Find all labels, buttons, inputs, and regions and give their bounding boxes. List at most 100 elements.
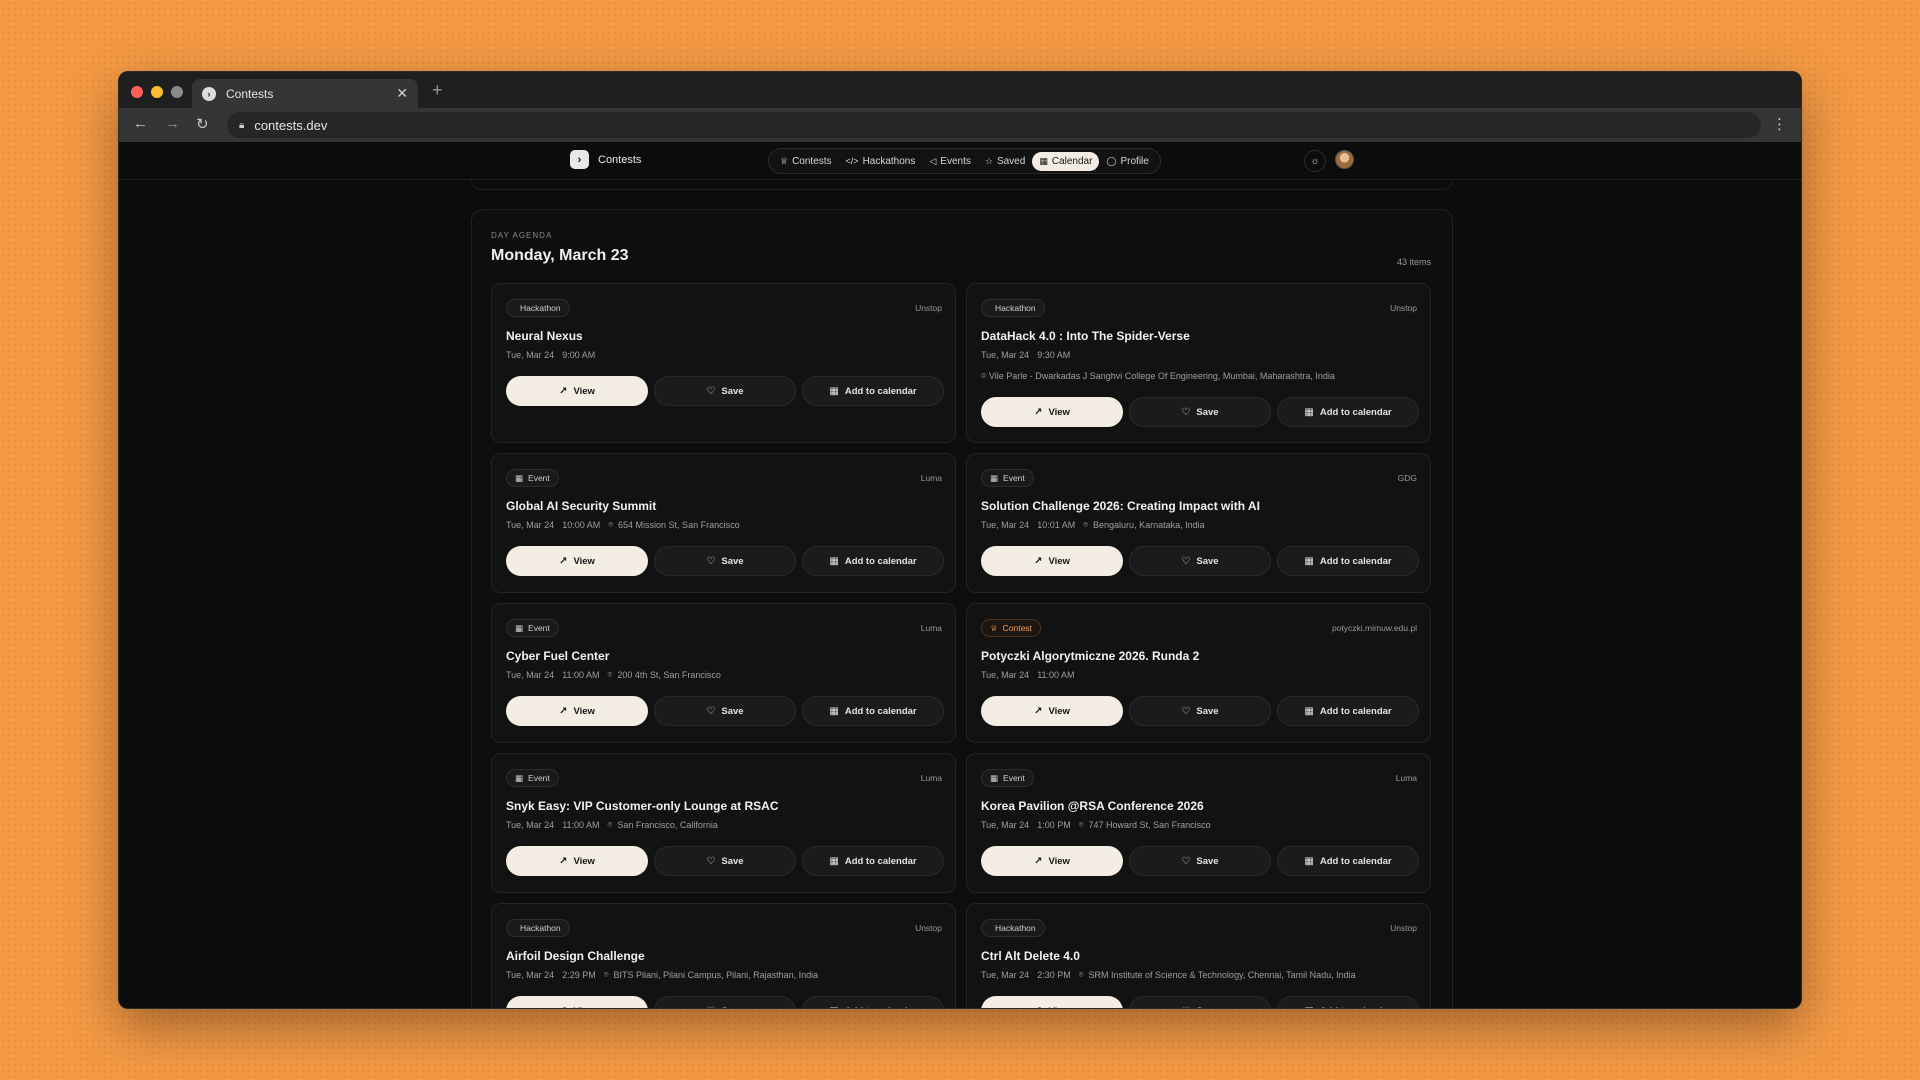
type-label: Event bbox=[528, 773, 550, 783]
type-badge: Hackathon bbox=[981, 299, 1045, 317]
close-tab-icon[interactable]: ✕ bbox=[396, 85, 408, 102]
card-meta: Tue, Mar 24 2:29 PM ⌾ BITS Pilani, Pilani C… bbox=[506, 970, 818, 980]
view-button[interactable]: ↗ View bbox=[506, 846, 648, 876]
external-link-icon: ↗ bbox=[1034, 406, 1043, 418]
minimize-window-button[interactable] bbox=[151, 86, 163, 98]
calendar-icon: ▦ bbox=[829, 855, 839, 867]
nav-saved[interactable]: ☆ Saved bbox=[978, 152, 1032, 171]
back-arrow-icon[interactable]: ← bbox=[133, 115, 148, 132]
source-label: Unstop bbox=[1390, 923, 1417, 933]
calendar-label: Add to calendar bbox=[1319, 855, 1392, 867]
lock-icon: 🔒︎ bbox=[239, 119, 245, 131]
add-to-calendar-button[interactable]: ▦ Add to calendar bbox=[802, 376, 944, 406]
save-button[interactable]: ♡ Save bbox=[654, 546, 796, 576]
add-to-calendar-button[interactable]: ▦ Add to calendar bbox=[1277, 996, 1419, 1008]
reload-icon[interactable]: ↻ bbox=[196, 115, 209, 133]
nav-profile[interactable]: ◯ Profile bbox=[1099, 152, 1155, 171]
add-to-calendar-button[interactable]: ▦ Add to calendar bbox=[802, 546, 944, 576]
nav-events[interactable]: ◁ Events bbox=[922, 152, 978, 171]
type-badge: Hackathon bbox=[506, 299, 570, 317]
view-button[interactable]: ↗ View bbox=[506, 546, 648, 576]
browser-menu-icon[interactable]: ⋮ bbox=[1772, 115, 1787, 133]
card-meta: Tue, Mar 24 9:00 AM bbox=[506, 350, 595, 360]
add-to-calendar-button[interactable]: ▦ Add to calendar bbox=[1277, 546, 1419, 576]
card-meta: Tue, Mar 24 1:00 PM ⌾ 747 Howard St, San Fr… bbox=[981, 820, 1211, 830]
type-label: Contest bbox=[1002, 623, 1032, 633]
add-to-calendar-button[interactable]: ▦ Add to calendar bbox=[1277, 846, 1419, 876]
external-link-icon: ↗ bbox=[1034, 705, 1043, 717]
card-time: 11:00 AM bbox=[562, 670, 600, 680]
site-header: › Contests ♕ Contests </> Hackathons ◁ Events… bbox=[119, 142, 1801, 180]
avatar[interactable] bbox=[1335, 150, 1354, 169]
agenda-card: ▦ Event GDG Solution Challenge 2026: Creati… bbox=[966, 453, 1431, 593]
save-button[interactable]: ♡ Save bbox=[654, 846, 796, 876]
view-button[interactable]: ↗ View bbox=[981, 397, 1123, 427]
add-to-calendar-button[interactable]: ▦ Add to calendar bbox=[802, 846, 944, 876]
save-label: Save bbox=[721, 555, 744, 567]
previous-panel-edge bbox=[471, 180, 1453, 190]
add-to-calendar-button[interactable]: ▦ Add to calendar bbox=[1277, 696, 1419, 726]
location-pin-icon: ⌾ bbox=[1078, 970, 1084, 979]
nav-hackathons[interactable]: </> Hackathons bbox=[839, 152, 923, 171]
external-link-icon: ↗ bbox=[1034, 555, 1043, 567]
card-location: San Francisco, California bbox=[617, 820, 718, 830]
address-bar[interactable]: 🔒︎ contests.dev bbox=[227, 112, 1761, 138]
calendar-icon: ▦ bbox=[1039, 155, 1048, 166]
source-label: Luma bbox=[920, 623, 942, 633]
maximize-window-button[interactable] bbox=[171, 86, 183, 98]
save-button[interactable]: ♡ Save bbox=[654, 376, 796, 406]
theme-toggle-icon[interactable]: ☼ bbox=[1304, 150, 1326, 172]
brand-link[interactable]: › Contests bbox=[570, 150, 641, 169]
card-actions: ↗ View ♡ Save ▦ Add to calendar bbox=[506, 996, 944, 1008]
save-button[interactable]: ♡ Save bbox=[1129, 397, 1271, 427]
card-date: Tue, Mar 24 bbox=[981, 670, 1030, 680]
card-title: DataHack 4.0 : Into The Spider-Verse bbox=[981, 329, 1190, 343]
view-button[interactable]: ↗ View bbox=[506, 696, 648, 726]
card-actions: ↗ View ♡ Save ▦ Add to calendar bbox=[981, 546, 1419, 576]
save-button[interactable]: ♡ Save bbox=[1129, 696, 1271, 726]
agenda-kicker: DAY AGENDA bbox=[491, 231, 553, 240]
view-button[interactable]: ↗ View bbox=[981, 546, 1123, 576]
calendar-icon: ▦ bbox=[515, 622, 524, 633]
card-title: Snyk Easy: VIP Customer-only Lounge at R… bbox=[506, 799, 779, 813]
save-button[interactable]: ♡ Save bbox=[1129, 846, 1271, 876]
heart-icon: ♡ bbox=[706, 1006, 715, 1009]
save-label: Save bbox=[1196, 555, 1219, 567]
card-time: 10:00 AM bbox=[562, 520, 601, 530]
save-button[interactable]: ♡ Save bbox=[1129, 546, 1271, 576]
calendar-icon: ▦ bbox=[829, 705, 839, 717]
close-window-button[interactable] bbox=[131, 86, 143, 98]
view-label: View bbox=[1048, 406, 1070, 418]
calendar-icon: ▦ bbox=[829, 555, 839, 567]
save-label: Save bbox=[721, 705, 744, 717]
agenda-card: ▦ Event Luma Cyber Fuel Center Tue, Mar 24 11… bbox=[491, 603, 956, 743]
nav-contests[interactable]: ♕ Contests bbox=[773, 152, 839, 171]
card-time: 9:30 AM bbox=[1037, 350, 1071, 360]
nav-calendar[interactable]: ▦ Calendar bbox=[1032, 151, 1100, 171]
view-button[interactable]: ↗ View bbox=[981, 996, 1123, 1008]
view-button[interactable]: ↗ View bbox=[506, 996, 648, 1008]
card-title: Solution Challenge 2026: Creating Impact… bbox=[981, 499, 1260, 513]
calendar-label: Add to calendar bbox=[1319, 705, 1392, 717]
save-button[interactable]: ♡ Save bbox=[654, 696, 796, 726]
browser-tab[interactable]: › Contests ✕ bbox=[192, 79, 418, 108]
type-label: Hackathon bbox=[520, 923, 561, 933]
add-to-calendar-button[interactable]: ▦ Add to calendar bbox=[1277, 397, 1419, 427]
calendar-icon: ▦ bbox=[1304, 705, 1314, 717]
save-button[interactable]: ♡ Save bbox=[1129, 996, 1271, 1008]
location-pin-icon: ⌾ bbox=[607, 820, 613, 829]
view-label: View bbox=[573, 385, 595, 397]
add-to-calendar-button[interactable]: ▦ Add to calendar bbox=[802, 996, 944, 1008]
type-badge: Hackathon bbox=[981, 919, 1045, 937]
view-button[interactable]: ↗ View bbox=[506, 376, 648, 406]
new-tab-button[interactable]: + bbox=[432, 80, 443, 101]
forward-arrow-icon[interactable]: → bbox=[165, 115, 180, 132]
view-button[interactable]: ↗ View bbox=[981, 696, 1123, 726]
code-icon: </> bbox=[845, 156, 859, 166]
type-badge: ▦ Event bbox=[506, 619, 559, 637]
calendar-icon: ▦ bbox=[1304, 855, 1314, 867]
view-button[interactable]: ↗ View bbox=[981, 846, 1123, 876]
add-to-calendar-button[interactable]: ▦ Add to calendar bbox=[802, 696, 944, 726]
save-button[interactable]: ♡ Save bbox=[654, 996, 796, 1008]
card-meta: Tue, Mar 24 10:01 AM ⌾ Bengaluru, Karnataka… bbox=[981, 520, 1205, 530]
